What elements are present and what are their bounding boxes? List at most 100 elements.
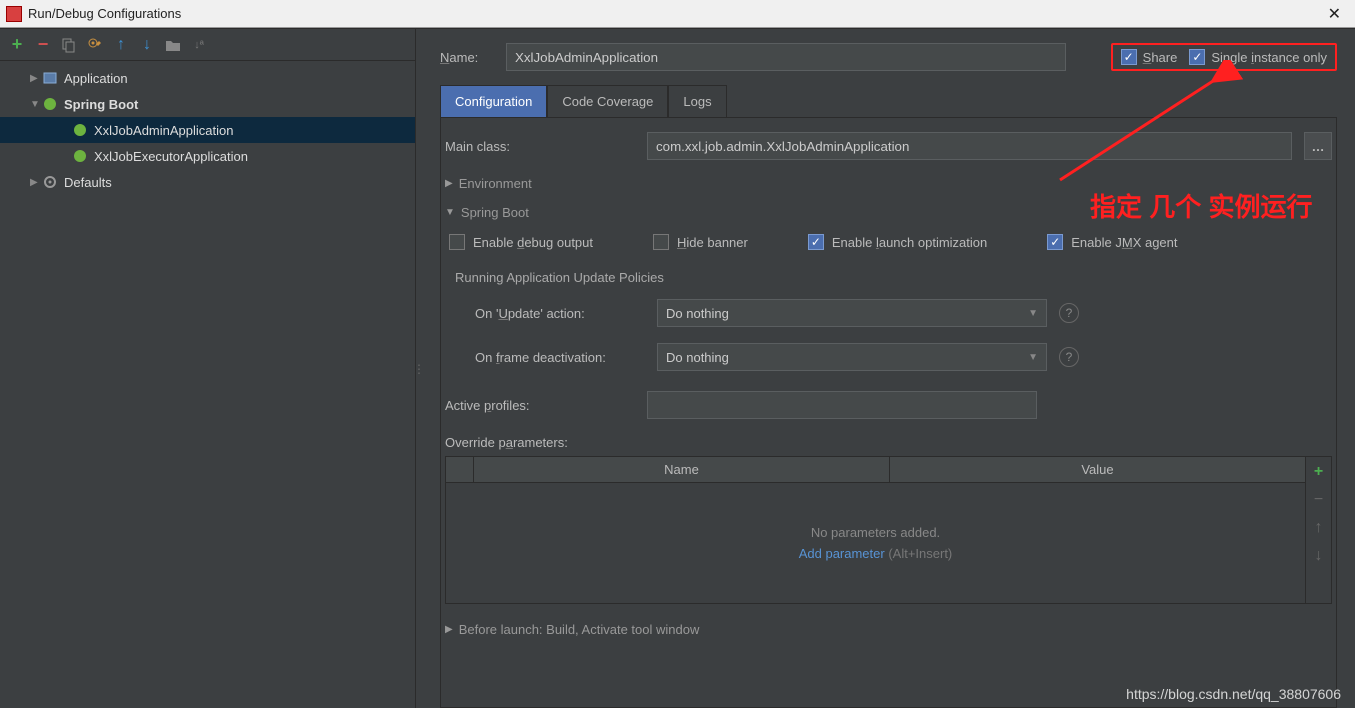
tab-code-coverage[interactable]: Code Coverage	[547, 85, 668, 117]
table-side-ops: + − ↑ ↓	[1305, 457, 1331, 603]
edit-defaults-icon[interactable]	[86, 36, 104, 54]
add-parameter-hint: (Alt+Insert)	[885, 546, 953, 561]
tree-item-application[interactable]: ▶ Application	[0, 65, 415, 91]
environment-label: Environment	[459, 176, 532, 191]
tabs: Configuration Code Coverage Logs	[440, 85, 1337, 118]
on-frame-label: On frame deactivation:	[475, 350, 645, 365]
table-header: Name Value	[446, 457, 1305, 483]
window-title: Run/Debug Configurations	[28, 6, 181, 21]
on-update-row: On 'Update' action: Do nothing ▼ ?	[445, 299, 1332, 327]
remove-config-icon[interactable]: −	[34, 36, 52, 54]
hide-banner-checkbox[interactable]: Hide banner	[653, 234, 748, 250]
tree-item-xxljobadmin[interactable]: XxlJobAdminApplication	[0, 117, 415, 143]
springboot-icon	[72, 122, 88, 138]
config-tree: ▶ Application ▼ Spring Boot XxlJobAdminA…	[0, 61, 415, 708]
checkbox-icon: ✓	[1121, 49, 1137, 65]
override-params-table: Name Value No parameters added. Add para…	[445, 456, 1332, 604]
close-icon[interactable]: ✕	[1320, 4, 1349, 24]
expand-icon: ▶	[445, 624, 453, 635]
policies-header: Running Application Update Policies	[455, 270, 1332, 285]
move-down-icon[interactable]: ↓	[138, 36, 156, 54]
titlebar: Run/Debug Configurations ✕	[0, 0, 1355, 28]
name-label: Name:	[440, 50, 490, 65]
on-update-select[interactable]: Do nothing ▼	[657, 299, 1047, 327]
move-up-icon[interactable]: ↑	[112, 36, 130, 54]
highlighted-checks: ✓ Share ✓ Single instance only	[1111, 43, 1337, 71]
tree-item-xxljobexecutor[interactable]: XxlJobExecutorApplication	[0, 143, 415, 169]
springboot-icon	[42, 96, 58, 112]
config-panel: Name: ✓ Share ✓ Single instance only Con…	[422, 29, 1355, 708]
main-class-label: Main class:	[445, 139, 635, 154]
checkbox-icon: ✓	[1047, 234, 1063, 250]
tree-label: XxlJobAdminApplication	[94, 123, 233, 138]
label: Enable debug output	[473, 235, 593, 250]
dialog-body: + − ↑ ↓ ↓ª ▶ Application ▼	[0, 28, 1355, 708]
springboot-label: Spring Boot	[461, 205, 529, 220]
label: Enable launch optimization	[832, 235, 987, 250]
active-profiles-label: Active profiles:	[445, 398, 635, 413]
collapse-icon: ▼	[445, 207, 455, 218]
tree-label: Defaults	[64, 175, 112, 190]
override-params-label: Override parameters:	[445, 435, 1332, 450]
tab-logs[interactable]: Logs	[668, 85, 726, 117]
name-input[interactable]	[506, 43, 1066, 71]
expand-icon: ▶	[445, 178, 453, 189]
main-class-row: Main class: …	[445, 132, 1332, 160]
single-instance-label: Single instance only	[1211, 50, 1327, 65]
springboot-section[interactable]: ▼ Spring Boot	[445, 205, 1332, 220]
remove-row-icon[interactable]: −	[1314, 491, 1323, 509]
single-instance-checkbox[interactable]: ✓ Single instance only	[1189, 49, 1327, 65]
add-parameter-link[interactable]: Add parameter	[799, 546, 885, 561]
chevron-down-icon: ▼	[1028, 308, 1038, 319]
watermark: https://blog.csdn.net/qq_38807606	[1126, 686, 1341, 702]
checkbox-icon	[449, 234, 465, 250]
share-label: Share	[1143, 50, 1178, 65]
col-value: Value	[890, 457, 1305, 482]
gear-icon	[42, 174, 58, 190]
row-up-icon[interactable]: ↑	[1315, 519, 1323, 537]
tab-configuration[interactable]: Configuration	[440, 85, 547, 117]
springboot-icon	[72, 148, 88, 164]
sort-icon[interactable]: ↓ª	[190, 36, 208, 54]
name-row: Name: ✓ Share ✓ Single instance only	[440, 43, 1337, 71]
col-name: Name	[474, 457, 890, 482]
share-checkbox[interactable]: ✓ Share	[1121, 49, 1178, 65]
row-down-icon[interactable]: ↓	[1315, 547, 1323, 565]
checkbox-icon: ✓	[1189, 49, 1205, 65]
collapse-icon: ▼	[30, 99, 42, 110]
label: Enable JMX agent	[1071, 235, 1177, 250]
sidebar-toolbar: + − ↑ ↓ ↓ª	[0, 29, 415, 61]
expand-icon: ▶	[30, 73, 42, 84]
enable-jmx-checkbox[interactable]: ✓ Enable JMX agent	[1047, 234, 1177, 250]
tree-item-springboot[interactable]: ▼ Spring Boot	[0, 91, 415, 117]
on-frame-select[interactable]: Do nothing ▼	[657, 343, 1047, 371]
main-class-input[interactable]	[647, 132, 1292, 160]
tree-item-defaults[interactable]: ▶ Defaults	[0, 169, 415, 195]
browse-button[interactable]: …	[1304, 132, 1332, 160]
active-profiles-row: Active profiles:	[445, 391, 1332, 419]
enable-launch-opt-checkbox[interactable]: ✓ Enable launch optimization	[808, 234, 987, 250]
select-value: Do nothing	[666, 306, 729, 321]
folder-icon[interactable]	[164, 36, 182, 54]
add-config-icon[interactable]: +	[8, 36, 26, 54]
checkbox-icon	[653, 234, 669, 250]
help-icon[interactable]: ?	[1059, 347, 1079, 367]
sidebar: + − ↑ ↓ ↓ª ▶ Application ▼	[0, 29, 416, 708]
empty-text: No parameters added.	[811, 525, 940, 540]
tree-label: Spring Boot	[64, 97, 138, 112]
expand-icon: ▶	[30, 177, 42, 188]
tree-label: Application	[64, 71, 128, 86]
before-launch-label: Before launch: Build, Activate tool wind…	[459, 622, 700, 637]
before-launch-section[interactable]: ▶ Before launch: Build, Activate tool wi…	[445, 622, 1332, 637]
configuration-panel: Main class: … ▶ Environment ▼ Spring Boo…	[440, 118, 1337, 708]
enable-debug-checkbox[interactable]: Enable debug output	[449, 234, 593, 250]
add-row-icon[interactable]: +	[1314, 463, 1323, 481]
help-icon[interactable]: ?	[1059, 303, 1079, 323]
label: Hide banner	[677, 235, 748, 250]
on-frame-row: On frame deactivation: Do nothing ▼ ?	[445, 343, 1332, 371]
active-profiles-input[interactable]	[647, 391, 1037, 419]
springboot-options: Enable debug output Hide banner ✓ Enable…	[445, 234, 1332, 250]
environment-section[interactable]: ▶ Environment	[445, 176, 1332, 191]
copy-config-icon[interactable]	[60, 36, 78, 54]
app-icon	[6, 6, 22, 22]
